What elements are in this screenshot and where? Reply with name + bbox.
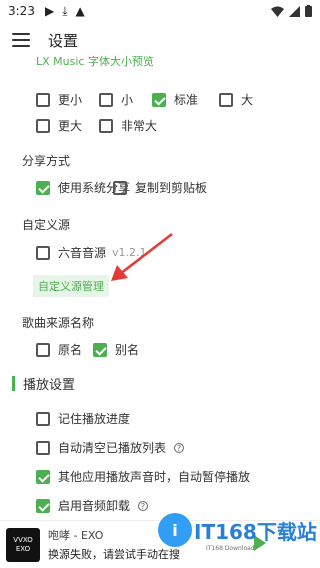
font-size-option-very-large[interactable]: 非常大 [99, 117, 157, 134]
track-status: 换源失败，请尝试手动在搜 [48, 548, 180, 561]
section-accent-bar [12, 376, 15, 391]
checkbox[interactable] [152, 92, 166, 107]
share-option-clipboard[interactable]: 复制到剪贴板 [113, 179, 207, 196]
option-label: 启用音频卸载 [58, 499, 131, 513]
share-label: 分享方式 [22, 154, 71, 168]
help-icon[interactable]: ? [174, 442, 185, 453]
status-time: 3:23 [8, 4, 35, 18]
play-icon: ▶ [44, 4, 55, 18]
source-name-label: 歌曲来源名称 [22, 316, 95, 330]
font-size-option-smaller[interactable]: 更小 [36, 91, 82, 108]
checkbox[interactable] [219, 92, 233, 107]
page-title: 设置 [48, 31, 79, 50]
status-bar: 3:23 ▶ ⤓ ▲ [0, 0, 320, 22]
option-label: 原名 [58, 343, 83, 357]
option-label: 小 [121, 93, 134, 107]
watermark-text: IT168下载站 [194, 519, 317, 544]
app-header: 设置 [0, 26, 320, 54]
checkbox[interactable] [36, 469, 50, 484]
checkbox[interactable] [36, 411, 50, 426]
option-label: 大 [241, 93, 254, 107]
playback-option-auto-clear[interactable]: 自动清空已播放列表? [36, 439, 185, 456]
playback-option-audio-offload[interactable]: 启用音频卸载? [36, 497, 149, 514]
checkbox[interactable] [99, 92, 113, 107]
checkbox[interactable] [36, 245, 50, 260]
checkbox[interactable] [36, 498, 50, 513]
signal-icon [289, 5, 300, 17]
checkbox[interactable] [36, 118, 50, 133]
option-label: 其他应用播放声音时，自动暂停播放 [58, 470, 251, 484]
app-icon: ▲ [75, 4, 85, 18]
font-size-option-small[interactable]: 小 [99, 91, 133, 108]
source-name-option-original[interactable]: 原名 [36, 341, 82, 358]
section-title: 播放设置 [23, 378, 76, 393]
album-art[interactable]: VVXO EXO [6, 527, 40, 562]
menu-icon[interactable] [12, 33, 30, 47]
playback-option-auto-pause[interactable]: 其他应用播放声音时，自动暂停播放 [36, 468, 250, 485]
option-label: 复制到剪贴板 [135, 181, 208, 195]
checkbox[interactable] [36, 92, 50, 107]
option-label: 记住播放进度 [58, 412, 131, 426]
checkbox[interactable] [93, 342, 107, 357]
battery-icon [305, 5, 312, 17]
font-size-option-standard[interactable]: 标准 [152, 91, 198, 108]
help-icon[interactable]: ? [138, 500, 149, 511]
font-size-option-large[interactable]: 大 [219, 91, 253, 108]
checkbox[interactable] [113, 180, 127, 195]
playback-option-remember-progress[interactable]: 记住播放进度 [36, 410, 130, 427]
checkbox[interactable] [36, 180, 50, 195]
option-label: 标准 [174, 93, 199, 107]
checkbox[interactable] [99, 118, 113, 133]
font-preview-label: LX Music 字体大小预览 [36, 55, 154, 68]
option-label: 别名 [115, 343, 140, 357]
option-label: 非常大 [121, 119, 158, 133]
download-icon: ⤓ [62, 3, 68, 18]
red-arrow-annotation [111, 233, 173, 281]
source-name: 六音音源 [58, 246, 107, 260]
album-logo-text: VVXO [13, 535, 33, 544]
custom-source-label: 自定义源 [22, 218, 71, 232]
font-size-option-larger[interactable]: 更大 [36, 117, 82, 134]
checkbox[interactable] [36, 342, 50, 357]
source-name-option-alias[interactable]: 别名 [93, 341, 139, 358]
album-logo-text: EXO [15, 544, 31, 553]
wifi-icon [271, 6, 284, 17]
watermark-logo: i IT168下载站 IT168 Download [158, 513, 317, 552]
option-label: 自动清空已播放列表 [58, 441, 167, 455]
playback-section-heading: 播放设置 [12, 374, 75, 393]
custom-source-manage-button[interactable]: 自定义源管理 [33, 275, 109, 297]
option-label: 更小 [58, 93, 83, 107]
watermark-subtext: IT168 Download [206, 545, 255, 552]
option-label: 更大 [58, 119, 83, 133]
watermark-circle-icon: i [158, 513, 192, 547]
checkbox[interactable] [36, 440, 50, 455]
